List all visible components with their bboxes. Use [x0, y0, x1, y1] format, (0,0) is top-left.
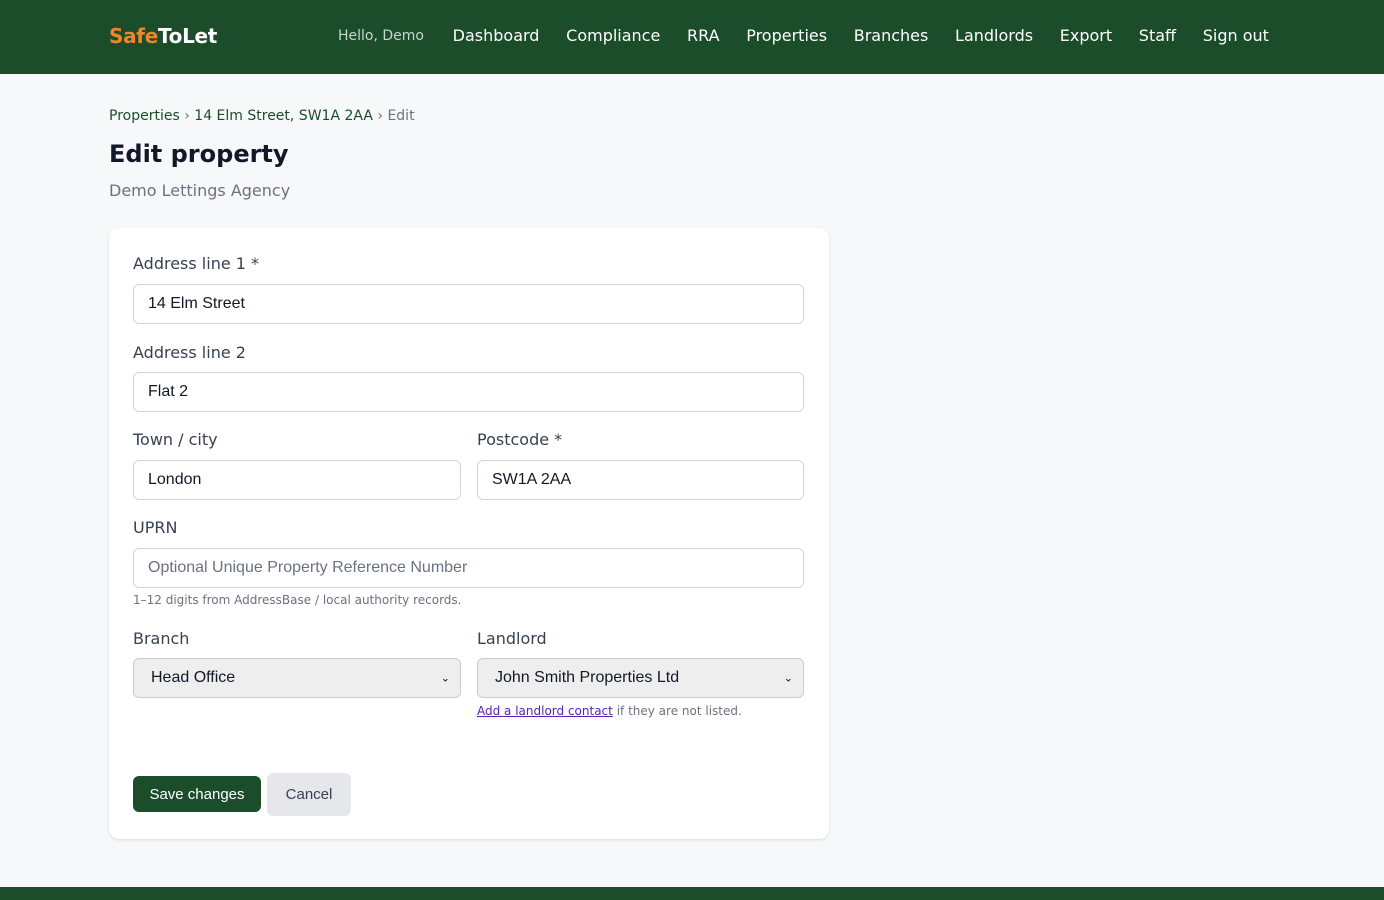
- brand-logo-part2: ToLet: [157, 24, 218, 48]
- landlord-hint-text: if they are not listed.: [612, 704, 742, 718]
- nav-staff[interactable]: Staff: [1139, 26, 1176, 45]
- address-line1-label: Address line 1 *: [133, 254, 260, 273]
- breadcrumb: Properties › 14 Elm Street, SW1A 2AA › E…: [109, 108, 415, 124]
- top-navbar: SafeToLet Hello, Demo Dashboard Complian…: [0, 0, 1384, 74]
- nav-landlords[interactable]: Landlords: [955, 26, 1033, 45]
- nav-export[interactable]: Export: [1060, 26, 1112, 45]
- uprn-input[interactable]: [133, 548, 804, 588]
- nav-sign-out[interactable]: Sign out: [1203, 26, 1269, 45]
- breadcrumb-separator: ›: [184, 108, 190, 124]
- landlord-label: Landlord: [477, 629, 547, 648]
- address-line2-label: Address line 2: [133, 343, 246, 362]
- breadcrumb-separator: ›: [377, 108, 383, 124]
- address-line1-input[interactable]: [133, 284, 804, 324]
- landlord-selected-value: John Smith Properties Ltd: [495, 669, 680, 686]
- town-input[interactable]: [133, 460, 461, 500]
- nav-rra[interactable]: RRA: [687, 26, 720, 45]
- postcode-input[interactable]: [477, 460, 804, 500]
- uprn-label: UPRN: [133, 518, 178, 537]
- nav-branches[interactable]: Branches: [854, 26, 929, 45]
- save-changes-button[interactable]: Save changes: [133, 776, 261, 812]
- main-nav: Hello, Demo Dashboard Compliance RRA Pro…: [338, 26, 1269, 45]
- breadcrumb-property[interactable]: 14 Elm Street, SW1A 2AA: [194, 108, 373, 124]
- edit-property-form: Address line 1 * Address line 2 Town / c…: [109, 228, 829, 839]
- breadcrumb-properties[interactable]: Properties: [109, 108, 180, 124]
- brand-logo-part1: Safe: [109, 24, 158, 48]
- page-footer: [0, 887, 1384, 900]
- branch-label: Branch: [133, 629, 190, 648]
- branch-selected-value: Head Office: [151, 669, 236, 686]
- add-landlord-contact-link[interactable]: Add a landlord contact: [477, 704, 613, 718]
- breadcrumb-current: Edit: [387, 108, 415, 124]
- chevron-down-icon: ⌄: [783, 671, 793, 685]
- branch-select[interactable]: Head Office ⌄: [133, 658, 461, 698]
- town-label: Town / city: [133, 430, 218, 449]
- postcode-label: Postcode *: [477, 430, 563, 449]
- uprn-hint: 1–12 digits from AddressBase / local aut…: [133, 593, 462, 607]
- cancel-button[interactable]: Cancel: [267, 773, 351, 816]
- chevron-down-icon: ⌄: [440, 671, 450, 685]
- nav-properties[interactable]: Properties: [746, 26, 827, 45]
- brand-logo[interactable]: SafeToLet: [109, 24, 217, 48]
- page-title: Edit property: [109, 140, 289, 168]
- nav-compliance[interactable]: Compliance: [566, 26, 660, 45]
- page-subtitle: Demo Lettings Agency: [109, 181, 291, 200]
- user-greeting: Hello, Demo: [338, 27, 424, 44]
- landlord-hint: Add a landlord contact if they are not l…: [477, 704, 742, 718]
- landlord-select[interactable]: John Smith Properties Ltd ⌄: [477, 658, 804, 698]
- nav-dashboard[interactable]: Dashboard: [453, 26, 540, 45]
- address-line2-input[interactable]: [133, 372, 804, 412]
